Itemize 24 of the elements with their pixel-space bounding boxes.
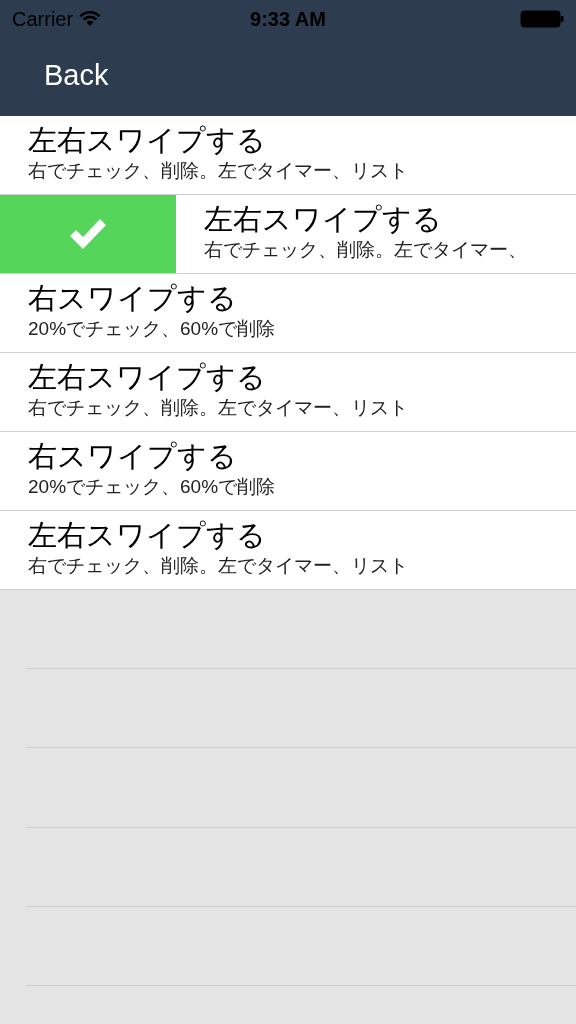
row-title: 左右スワイプする (28, 360, 267, 395)
wifi-icon (79, 11, 102, 27)
check-action-panel[interactable] (0, 195, 176, 273)
row-title: 左右スワイプする (28, 518, 267, 553)
row-subtitle: 右でチェック、削除。左でタイマー、リスト (28, 159, 408, 183)
row-subtitle: 右でチェック、削除。左でタイマー、 (204, 238, 527, 262)
row-title: 右スワイプする (28, 281, 238, 316)
row-title: 右スワイプする (28, 439, 238, 474)
row-subtitle: 右でチェック、削除。左でタイマー、リスト (28, 554, 408, 578)
list-row[interactable]: 左右スワイプする 右でチェック、削除。左でタイマー、リスト (0, 353, 576, 432)
list-row[interactable]: 右スワイプする 20%でチェック、60%で削除 (0, 274, 576, 353)
row-title: 左右スワイプする (204, 202, 443, 237)
back-button[interactable]: Back (44, 54, 109, 98)
checkmark-icon (68, 217, 108, 251)
row-subtitle: 20%でチェック、60%で削除 (28, 317, 276, 341)
row-title: 左右スワイプする (28, 123, 267, 158)
battery-icon (520, 10, 564, 28)
list-row[interactable]: 右スワイプする 20%でチェック、60%で削除 (0, 432, 576, 511)
row-subtitle: 右でチェック、削除。左でタイマー、リスト (28, 396, 408, 420)
list-row[interactable]: 左右スワイプする 右でチェック、削除。左でタイマー、リスト (0, 511, 576, 590)
row-subtitle: 20%でチェック、60%で削除 (28, 475, 276, 499)
carrier-name: Carrier (12, 7, 74, 32)
list-row[interactable]: 左右スワイプする 右でチェック、削除。左でタイマー、 (0, 195, 576, 274)
status-time: 9:33 AM (250, 7, 326, 32)
